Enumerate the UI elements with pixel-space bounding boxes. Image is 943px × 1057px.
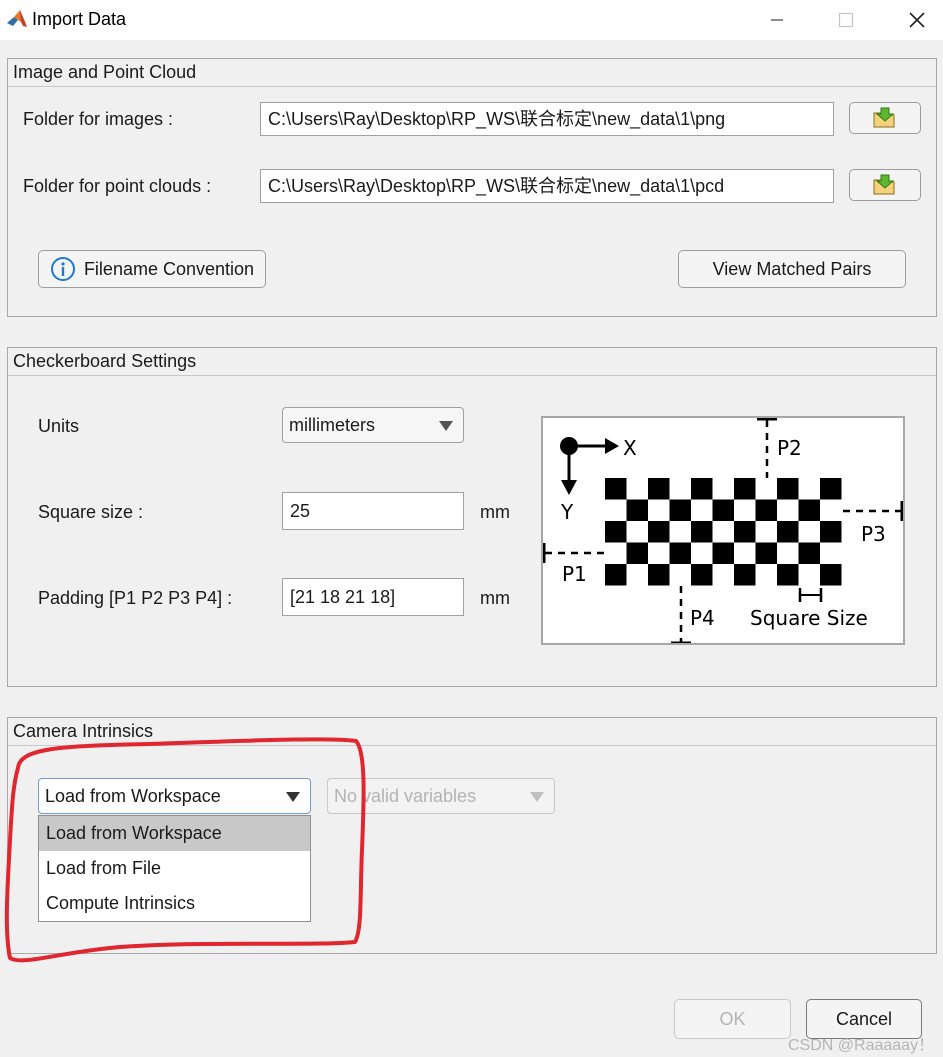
units-selected-value: millimeters — [289, 415, 376, 435]
folder-open-icon — [873, 174, 895, 195]
panel-title: Image and Point Cloud — [8, 59, 936, 87]
checker-square — [755, 542, 777, 564]
close-button[interactable] — [894, 0, 940, 40]
checker-square — [691, 564, 713, 586]
ok-label: OK — [719, 1008, 746, 1029]
panel-title: Camera Intrinsics — [8, 718, 936, 746]
title-bar: Import Data — [0, 0, 943, 40]
close-icon — [909, 12, 925, 28]
window-title: Import Data — [32, 9, 127, 29]
p4-label: P4 — [690, 606, 715, 630]
checker-square — [626, 542, 648, 564]
checker-square — [648, 521, 670, 543]
watermark: CSDN @Raaaaay！ — [788, 1037, 935, 1054]
checker-square — [777, 478, 799, 500]
checker-square — [820, 564, 842, 586]
square-size-label: Square size : — [38, 502, 144, 522]
pointclouds-folder-input[interactable]: C:\Users\Ray\Desktop\RP_WS\联合标定\new_data… — [260, 169, 834, 203]
maximize-button[interactable] — [823, 0, 869, 40]
checker-square — [691, 478, 713, 500]
padding-input[interactable]: [21 18 21 18] — [282, 578, 464, 616]
x-axis-arrow — [605, 438, 619, 454]
filename-convention-label: Filename Convention — [83, 258, 255, 279]
p2-label: P2 — [777, 436, 802, 460]
chevron-down-icon — [530, 792, 544, 802]
p3-label: P3 — [861, 522, 886, 546]
checker-square — [820, 478, 842, 500]
checker-square — [734, 478, 756, 500]
panel-title: Checkerboard Settings — [8, 348, 936, 376]
units-dropdown[interactable]: millimeters — [282, 407, 464, 443]
checker-square — [626, 499, 648, 521]
padding-unit: mm — [480, 588, 510, 608]
checker-square — [712, 542, 734, 564]
checker-square — [669, 499, 691, 521]
checker-square — [777, 564, 799, 586]
menu-item-load-from-workspace[interactable]: Load from Workspace — [39, 816, 310, 851]
square-size-text: Square Size — [750, 606, 868, 630]
checker-square — [712, 499, 734, 521]
checker-square — [798, 499, 820, 521]
checker-square — [798, 542, 820, 564]
p1-label: P1 — [562, 562, 587, 586]
checker-square — [734, 521, 756, 543]
square-size-input[interactable]: 25 — [282, 492, 464, 530]
padding-label: Padding [P1 P2 P3 P4] : — [38, 588, 233, 608]
y-axis-arrow — [561, 480, 577, 495]
pointclouds-folder-label: Folder for point clouds : — [23, 176, 212, 196]
menu-item-compute-intrinsics[interactable]: Compute Intrinsics — [39, 886, 310, 921]
info-icon — [50, 257, 75, 281]
folder-open-icon — [873, 107, 895, 128]
minimize-button[interactable] — [754, 0, 800, 40]
checkerboard-pattern — [605, 478, 842, 586]
x-axis-label: X — [623, 436, 637, 460]
checker-square — [820, 521, 842, 543]
menu-item-load-from-file[interactable]: Load from File — [39, 851, 310, 886]
square-size-unit: mm — [480, 502, 510, 522]
chevron-down-icon — [286, 792, 300, 802]
checkerboard-diagram-svg: X Y P2 P3 P1 P4 Square Size — [543, 418, 903, 643]
maximize-icon — [838, 12, 854, 28]
workspace-variable-value: No valid variables — [334, 786, 477, 806]
filename-convention-button[interactable]: Filename Convention — [38, 250, 266, 288]
workspace-variable-dropdown[interactable]: No valid variables — [327, 778, 555, 814]
checker-square — [605, 478, 627, 500]
checker-square — [755, 499, 777, 521]
y-axis-label: Y — [560, 500, 574, 524]
checker-square — [648, 564, 670, 586]
chevron-down-icon — [439, 421, 453, 431]
view-matched-pairs-label: View Matched Pairs — [712, 258, 872, 279]
intrinsics-source-value: Load from Workspace — [45, 786, 221, 806]
browse-images-button[interactable] — [849, 102, 921, 134]
browse-pointclouds-button[interactable] — [849, 169, 921, 201]
checker-square — [605, 521, 627, 543]
checker-square — [691, 521, 713, 543]
checker-square — [648, 478, 670, 500]
units-label: Units — [38, 416, 80, 436]
minimize-icon — [771, 19, 783, 21]
images-folder-label: Folder for images : — [23, 109, 174, 129]
view-matched-pairs-button[interactable]: View Matched Pairs — [678, 250, 906, 288]
checker-square — [669, 542, 691, 564]
checker-square — [605, 564, 627, 586]
checkerboard-diagram: X Y P2 P3 P1 P4 Square Size — [541, 416, 905, 645]
checker-square — [777, 521, 799, 543]
cancel-label: Cancel — [835, 1008, 893, 1029]
matlab-logo-icon — [7, 10, 27, 27]
ok-button[interactable]: OK — [674, 999, 791, 1039]
images-folder-input[interactable]: C:\Users\Ray\Desktop\RP_WS\联合标定\new_data… — [260, 102, 834, 136]
intrinsics-source-dropdown[interactable]: Load from Workspace — [38, 778, 311, 814]
intrinsics-source-menu: Load from Workspace Load from File Compu… — [38, 815, 311, 922]
checker-square — [734, 564, 756, 586]
